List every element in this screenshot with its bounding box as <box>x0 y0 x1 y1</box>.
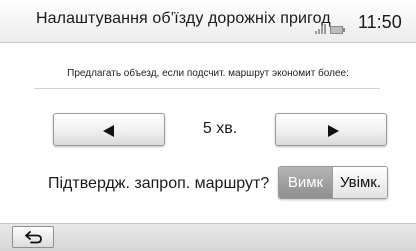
toggle-option-off[interactable]: Вимк <box>279 167 332 198</box>
page-title: Налаштування об’їзду дорожніх пригод <box>36 10 331 27</box>
battery-icon <box>330 26 345 34</box>
back-button[interactable] <box>12 226 54 248</box>
decrease-button[interactable] <box>53 113 165 146</box>
arrow-right-icon <box>328 125 339 137</box>
footer-bar <box>0 223 416 251</box>
confirm-route-label: Підтвердж. запроп. маршрут? <box>48 175 270 192</box>
back-arrow-icon <box>25 231 42 244</box>
time-value: 5 хв. <box>202 120 238 137</box>
clock: 11:50 <box>358 12 402 32</box>
toggle-option-on[interactable]: Увімк. <box>332 167 387 198</box>
increase-button[interactable] <box>275 113 387 146</box>
header-bar: Налаштування об’їзду дорожніх пригод 11:… <box>0 0 416 43</box>
detour-prompt: Предлагать объезд, если подсчит. маршрут… <box>67 68 349 79</box>
arrow-left-icon <box>103 125 114 137</box>
confirm-route-toggle[interactable]: Вимк Увімк. <box>278 166 388 199</box>
divider <box>34 88 380 89</box>
signal-icon <box>315 24 327 34</box>
